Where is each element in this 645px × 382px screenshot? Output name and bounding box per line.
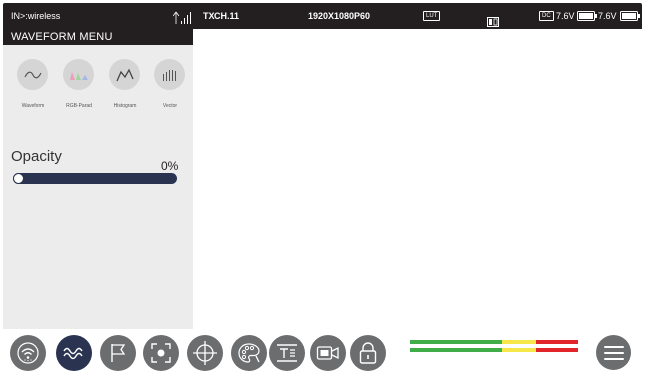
camera-icon [316, 346, 339, 360]
waveform-menu-title: WAVEFORM MENU [3, 29, 193, 45]
camera-button[interactable] [310, 335, 346, 371]
color-palette-icon [238, 343, 260, 363]
voltage-2-label: 7.6V [598, 11, 617, 21]
crosshair-icon [193, 341, 217, 365]
focus-frame-icon [151, 343, 171, 363]
level-yellow-segment [502, 348, 536, 352]
histogram-icon [115, 68, 134, 81]
level-red-segment [536, 340, 578, 344]
focus-assist-button[interactable] [143, 335, 179, 371]
center-marker-button[interactable] [187, 335, 223, 371]
channel-label: CH.11 [214, 11, 240, 21]
color-button[interactable] [231, 335, 267, 371]
input-source-label: IN>:wireless [11, 11, 61, 21]
waveform-menu-panel: Waveform RGB-Parad Histogram Vector Opac… [3, 45, 193, 329]
rgb-parade-option-label: RGB-Parad [66, 103, 92, 109]
audio-channel-1-meter [410, 340, 578, 344]
flag-icon [111, 344, 126, 362]
vector-option-button[interactable] [154, 59, 185, 90]
video-preview-area [193, 29, 642, 329]
text-overlay-icon [277, 344, 297, 362]
tx-indicator: TX [203, 11, 215, 21]
waveform-option-label: Waveform [21, 103, 45, 109]
marker-button[interactable] [100, 335, 136, 371]
audio-level-meter [410, 339, 578, 355]
level-red-segment [536, 348, 578, 352]
wireless-button[interactable] [10, 335, 46, 371]
waveform-icon [23, 71, 42, 78]
video-format-label: 1920X1080P60 [308, 11, 371, 21]
battery-2-icon [620, 11, 640, 21]
lock-button[interactable] [350, 335, 386, 371]
waveform-button[interactable] [56, 335, 92, 371]
opacity-slider-knob[interactable] [13, 173, 24, 184]
vector-option-label: Vector [162, 103, 178, 109]
monitor-screen: IN>:wireless TX CH.11 1920X1080P60 LUT D… [3, 3, 642, 379]
opacity-value: 0% [161, 159, 179, 173]
battery-1-icon [577, 11, 597, 21]
histogram-option-button[interactable] [109, 59, 140, 90]
rgb-parade-option-button[interactable] [63, 59, 94, 90]
bottom-toolbar [3, 329, 642, 379]
wireless-icon [17, 342, 39, 364]
rgb-parade-icon [69, 71, 88, 80]
level-green-segment [410, 348, 502, 352]
function-icon [487, 11, 499, 27]
opacity-label: Opacity [11, 148, 62, 165]
waveform-icon [63, 347, 83, 360]
waveform-option-button[interactable] [17, 59, 48, 90]
opacity-slider[interactable] [13, 173, 177, 184]
main-menu-button[interactable] [596, 335, 631, 370]
level-green-segment [410, 340, 502, 344]
signal-bars-icon [172, 9, 193, 24]
audio-channel-2-meter [410, 348, 578, 352]
level-yellow-segment [502, 340, 536, 344]
dc-badge: DC [539, 11, 554, 21]
lut-badge: LUT [423, 11, 441, 21]
hamburger-menu-icon [603, 345, 624, 360]
vector-icon [162, 69, 176, 81]
voltage-1-label: 7.6V [556, 11, 575, 21]
text-overlay-button[interactable] [269, 335, 305, 371]
lock-icon [359, 342, 377, 364]
status-bar: IN>:wireless TX CH.11 1920X1080P60 LUT D… [3, 3, 642, 29]
histogram-option-label: Histogram [113, 103, 137, 109]
